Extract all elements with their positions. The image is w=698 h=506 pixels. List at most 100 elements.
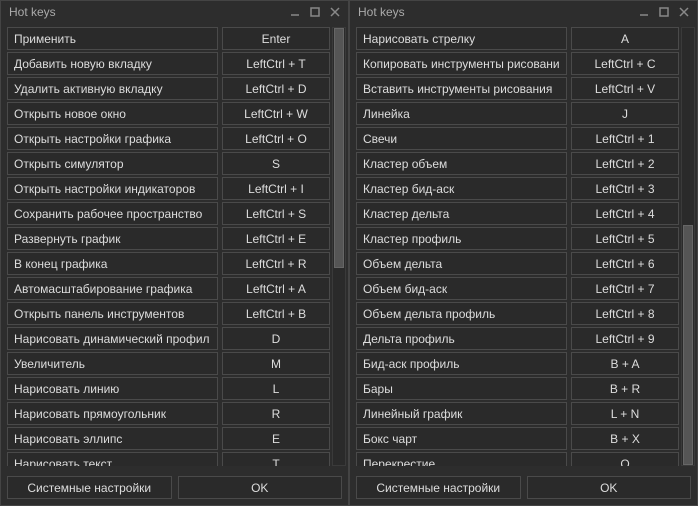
hotkey-input[interactable]: LeftCtrl + T [222, 52, 330, 75]
system-settings-button[interactable]: Системные настройки [7, 476, 172, 499]
ok-button[interactable]: OK [527, 476, 692, 499]
hotkey-input[interactable]: B + R [571, 377, 679, 400]
hotkey-label: Нарисовать динамический профил [7, 327, 218, 350]
hotkey-label: Объем бид-аск [356, 277, 567, 300]
minimize-icon[interactable] [635, 4, 653, 20]
hotkey-input[interactable]: T [222, 452, 330, 466]
hotkey-input[interactable]: L + N [571, 402, 679, 425]
hotkey-label: Применить [7, 27, 218, 50]
hotkeys-panel-right: Hot keys Нарисовать стрелкуAКопировать и… [349, 0, 698, 506]
hotkey-input[interactable]: J [571, 102, 679, 125]
scrollbar[interactable] [681, 27, 695, 466]
scrollbar-thumb[interactable] [683, 225, 693, 465]
hotkeys-panel-left: Hot keys ПрименитьEnterДобавить новую вк… [0, 0, 349, 506]
hotkey-input[interactable]: LeftCtrl + 9 [571, 327, 679, 350]
hotkey-label: Открыть симулятор [7, 152, 218, 175]
hotkey-input[interactable]: LeftCtrl + B [222, 302, 330, 325]
hotkey-input[interactable]: LeftCtrl + S [222, 202, 330, 225]
titlebar[interactable]: Hot keys [1, 1, 348, 23]
hotkey-input[interactable]: LeftCtrl + 2 [571, 152, 679, 175]
scrollbar-thumb[interactable] [334, 28, 344, 268]
footer: Системные настройки OK [350, 470, 697, 505]
hotkey-row: Открыть симуляторS [7, 152, 330, 175]
hotkey-input[interactable]: LeftCtrl + A [222, 277, 330, 300]
hotkey-input[interactable]: LeftCtrl + R [222, 252, 330, 275]
content-area: ПрименитьEnterДобавить новую вкладкуLeft… [1, 23, 348, 470]
hotkey-input[interactable]: LeftCtrl + 4 [571, 202, 679, 225]
hotkey-label: В конец графика [7, 252, 218, 275]
hotkey-input[interactable]: B + A [571, 352, 679, 375]
close-icon[interactable] [675, 4, 693, 20]
hotkey-label: Кластер дельта [356, 202, 567, 225]
maximize-icon[interactable] [306, 4, 324, 20]
hotkey-input[interactable]: D [222, 327, 330, 350]
hotkey-list: Нарисовать стрелкуAКопировать инструмент… [356, 27, 679, 466]
hotkey-row: Открыть новое окноLeftCtrl + W [7, 102, 330, 125]
hotkey-label: Открыть панель инструментов [7, 302, 218, 325]
titlebar[interactable]: Hot keys [350, 1, 697, 23]
hotkey-input[interactable]: R [222, 402, 330, 425]
hotkey-row: ЛинейкаJ [356, 102, 679, 125]
scrollbar[interactable] [332, 27, 346, 466]
hotkey-row: ПерекрестиеQ [356, 452, 679, 466]
hotkey-input[interactable]: Enter [222, 27, 330, 50]
hotkey-input[interactable]: L [222, 377, 330, 400]
hotkey-label: Развернуть график [7, 227, 218, 250]
hotkey-label: Открыть настройки графика [7, 127, 218, 150]
hotkey-input[interactable]: LeftCtrl + 8 [571, 302, 679, 325]
hotkey-input[interactable]: Q [571, 452, 679, 466]
hotkey-row: Нарисовать стрелкуA [356, 27, 679, 50]
hotkey-input[interactable]: LeftCtrl + E [222, 227, 330, 250]
hotkey-input[interactable]: LeftCtrl + C [571, 52, 679, 75]
hotkey-input[interactable]: E [222, 427, 330, 450]
hotkey-label: Удалить активную вкладку [7, 77, 218, 100]
hotkey-input[interactable]: LeftCtrl + 7 [571, 277, 679, 300]
hotkey-row: Кластер дельтаLeftCtrl + 4 [356, 202, 679, 225]
hotkey-label: Сохранить рабочее пространство [7, 202, 218, 225]
hotkey-row: Объем дельтаLeftCtrl + 6 [356, 252, 679, 275]
hotkey-row: Нарисовать прямоугольникR [7, 402, 330, 425]
hotkey-row: Нарисовать эллипсE [7, 427, 330, 450]
hotkey-label: Нарисовать текст [7, 452, 218, 466]
footer: Системные настройки OK [1, 470, 348, 505]
hotkey-label: Открыть новое окно [7, 102, 218, 125]
hotkey-row: Нарисовать линиюL [7, 377, 330, 400]
hotkey-row: ПрименитьEnter [7, 27, 330, 50]
maximize-icon[interactable] [655, 4, 673, 20]
hotkey-label: Копировать инструменты рисовани [356, 52, 567, 75]
hotkey-row: БарыB + R [356, 377, 679, 400]
hotkey-row: Нарисовать текст T [7, 452, 330, 466]
hotkey-input[interactable]: LeftCtrl + V [571, 77, 679, 100]
hotkey-input[interactable]: A [571, 27, 679, 50]
hotkey-row: Линейный графикL + N [356, 402, 679, 425]
hotkey-input[interactable]: LeftCtrl + 1 [571, 127, 679, 150]
hotkey-label: Объем дельта [356, 252, 567, 275]
minimize-icon[interactable] [286, 4, 304, 20]
hotkey-label: Линейный график [356, 402, 567, 425]
hotkey-input[interactable]: LeftCtrl + I [222, 177, 330, 200]
hotkey-input[interactable]: B + X [571, 427, 679, 450]
hotkey-input[interactable]: LeftCtrl + 5 [571, 227, 679, 250]
hotkey-row: Открыть панель инструментовLeftCtrl + B [7, 302, 330, 325]
hotkey-label: Нарисовать линию [7, 377, 218, 400]
hotkey-input[interactable]: LeftCtrl + W [222, 102, 330, 125]
hotkey-input[interactable]: LeftCtrl + D [222, 77, 330, 100]
hotkey-label: Бокс чарт [356, 427, 567, 450]
hotkey-label: Кластер бид-аск [356, 177, 567, 200]
ok-button[interactable]: OK [178, 476, 343, 499]
hotkey-label: Бид-аск профиль [356, 352, 567, 375]
hotkey-row: Открыть настройки индикаторовLeftCtrl + … [7, 177, 330, 200]
hotkey-label: Автомасштабирование графика [7, 277, 218, 300]
system-settings-button[interactable]: Системные настройки [356, 476, 521, 499]
hotkey-input[interactable]: LeftCtrl + 3 [571, 177, 679, 200]
hotkey-row: Дельта профильLeftCtrl + 9 [356, 327, 679, 350]
hotkey-input[interactable]: M [222, 352, 330, 375]
hotkey-label: Увеличитель [7, 352, 218, 375]
hotkey-input[interactable]: S [222, 152, 330, 175]
hotkey-input[interactable]: LeftCtrl + O [222, 127, 330, 150]
hotkey-row: УвеличительM [7, 352, 330, 375]
hotkey-label: Свечи [356, 127, 567, 150]
content-area: Нарисовать стрелкуAКопировать инструмент… [350, 23, 697, 470]
close-icon[interactable] [326, 4, 344, 20]
hotkey-input[interactable]: LeftCtrl + 6 [571, 252, 679, 275]
